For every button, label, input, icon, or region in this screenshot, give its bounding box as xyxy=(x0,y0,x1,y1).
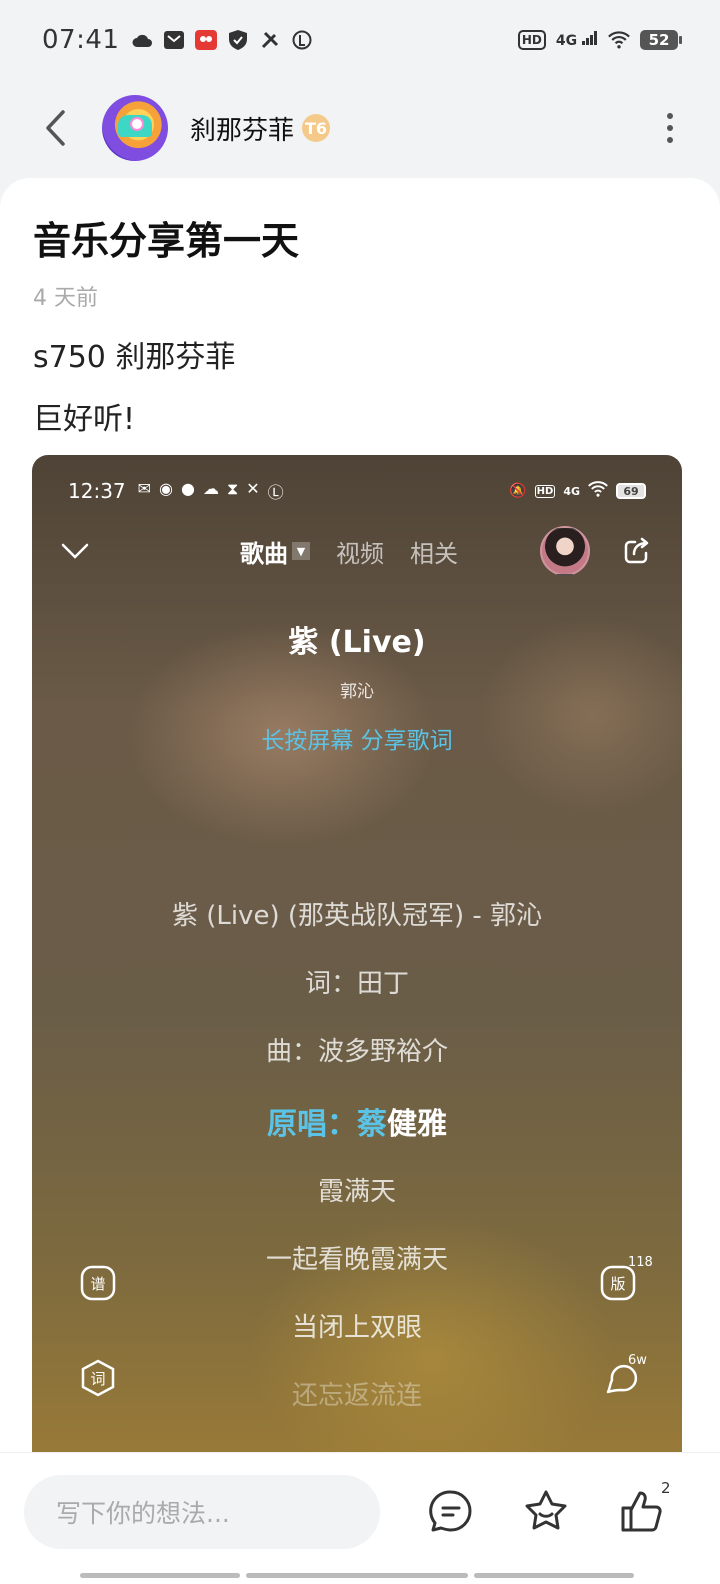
cloud-icon: ☁ xyxy=(202,479,219,498)
post-time: 4 天前 xyxy=(33,286,98,311)
more-dot-icon xyxy=(667,125,673,131)
caret-down-icon: ▼ xyxy=(292,542,310,560)
chevron-left-icon xyxy=(46,110,65,146)
lyric-line: 紫 (Live) (那英战队冠军) - 郭沁 xyxy=(171,901,543,931)
cloud-icon xyxy=(131,29,153,51)
hd-icon: HD xyxy=(534,484,556,498)
shield-icon xyxy=(227,29,249,51)
post-card: 音乐分享第一天 4 天前 s750 刹那芬菲 巨好听! 12:37 ✉ ◉ ● … xyxy=(0,178,720,1468)
embedded-status-time: 12:37 xyxy=(68,479,126,503)
status-time: 07:41 xyxy=(42,25,120,55)
status-bar: 07:41 HD 4G 52 xyxy=(0,0,720,80)
circle-l-icon xyxy=(291,29,313,51)
share-lyrics-hint: 长按屏幕 分享歌词 xyxy=(261,728,453,754)
like-button[interactable] xyxy=(616,1483,666,1539)
lyric-line-current: 原唱：蔡健雅 xyxy=(267,1107,447,1142)
lyric-line: 一起看晚霞满天 xyxy=(265,1245,448,1275)
back-button[interactable] xyxy=(30,98,80,158)
app-notification-icon xyxy=(195,29,218,51)
chat-icon: ● xyxy=(181,479,195,498)
player-nav: 歌曲 ▼ 视频 相关 xyxy=(32,525,682,577)
gesture-bar xyxy=(80,1573,240,1578)
post-title: 音乐分享第一天 xyxy=(33,219,300,263)
favorite-button[interactable] xyxy=(521,1483,571,1539)
share-icon xyxy=(624,537,649,564)
artist-avatar[interactable] xyxy=(540,526,590,576)
collapse-button[interactable] xyxy=(60,536,90,566)
like-count: 2 xyxy=(661,1479,671,1497)
network-icon: 4G xyxy=(563,484,580,498)
comment-input[interactable]: 写下你的想法... xyxy=(24,1475,380,1549)
post-header: 刹那芬菲 T6 xyxy=(0,80,720,176)
hd-icon: HD xyxy=(517,30,546,50)
battery-icon: 52 xyxy=(640,30,682,50)
lyric-line: 当闭上双眼 xyxy=(291,1313,422,1343)
tab-song[interactable]: 歌曲 ▼ xyxy=(240,534,310,569)
mail-icon: ✉ xyxy=(137,479,152,498)
lyric-line: 词：田丁 xyxy=(304,969,409,999)
gesture-bar xyxy=(474,1573,634,1578)
version-count: 118 xyxy=(628,1255,653,1270)
wifi-icon xyxy=(608,29,630,51)
bottom-action-bar: 写下你的想法... 2 xyxy=(0,1452,720,1584)
wifi-icon xyxy=(588,481,608,501)
comment-bubble-icon xyxy=(429,1490,472,1532)
lyric-line: 霞满天 xyxy=(317,1177,396,1207)
song-title: 紫 (Live) xyxy=(288,625,426,660)
app-icon: ◉ xyxy=(159,479,174,498)
circle-l-icon: Ⓛ xyxy=(267,483,284,502)
lyric-line: 还忘返流连 xyxy=(291,1381,422,1411)
score-button[interactable]: 谱 xyxy=(76,1261,120,1305)
level-badge: T6 xyxy=(302,114,331,142)
battery-icon: 69 xyxy=(616,483,646,499)
embedded-screenshot[interactable]: 12:37 ✉ ◉ ● ☁ ⧗ ✕ Ⓛ 🔕 HD 4G 69 歌曲 ▼ 视频 相… xyxy=(32,455,682,1465)
song-artist[interactable]: 郭沁 xyxy=(32,677,682,702)
star-icon xyxy=(525,1490,567,1530)
tab-video[interactable]: 视频 xyxy=(336,534,384,569)
lyric-line: 曲：波多野裕介 xyxy=(265,1037,448,1067)
more-dot-icon xyxy=(667,113,673,119)
mail-icon xyxy=(163,29,185,51)
chevron-down-icon xyxy=(61,543,89,559)
username[interactable]: 刹那芬菲 xyxy=(190,110,294,147)
comment-count: 6w xyxy=(628,1353,647,1368)
post-text-line: s750 刹那芬菲 xyxy=(33,340,236,375)
more-options-button[interactable] xyxy=(650,98,690,158)
network-icon: 4G xyxy=(556,31,598,49)
more-dot-icon xyxy=(667,137,673,143)
lyrics-mode-button[interactable]: 词 xyxy=(76,1356,120,1400)
post-text-line: 巨好听! xyxy=(33,402,136,437)
tab-related[interactable]: 相关 xyxy=(410,534,458,569)
avatar[interactable] xyxy=(102,95,168,161)
mute-icon: 🔕 xyxy=(509,483,527,499)
share-button[interactable] xyxy=(620,534,654,568)
hourglass-icon: ⧗ xyxy=(226,479,239,498)
thumbs-up-icon xyxy=(621,1491,662,1532)
tools-icon xyxy=(259,29,281,51)
comments-button[interactable] xyxy=(426,1483,476,1539)
gesture-bar xyxy=(246,1573,468,1578)
embedded-status-bar: 12:37 ✉ ◉ ● ☁ ⧗ ✕ Ⓛ 🔕 HD 4G 69 xyxy=(32,475,682,507)
tools-icon: ✕ xyxy=(246,479,260,498)
